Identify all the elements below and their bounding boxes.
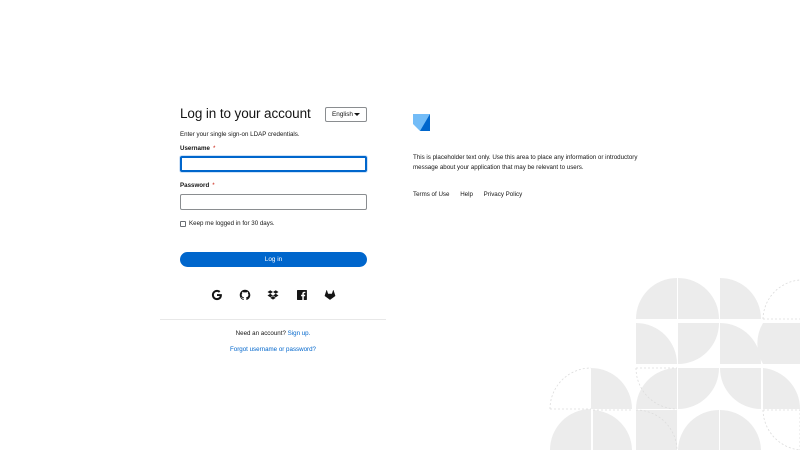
sign-up-prompt: Need an account? Sign up.: [160, 330, 386, 337]
info-placeholder-text: This is placeholder text only. Use this …: [413, 154, 638, 171]
google-icon[interactable]: [211, 289, 223, 301]
required-marker: *: [212, 145, 216, 152]
password-label: Password *: [180, 182, 215, 189]
card-divider: [160, 319, 386, 320]
github-icon[interactable]: [239, 289, 251, 301]
username-label: Username *: [180, 145, 216, 152]
keep-logged-in-label: Keep me logged in for 30 days.: [189, 220, 275, 227]
forgot-credentials: Forgot username or password?: [160, 346, 386, 353]
terms-of-use-link[interactable]: Terms of Use: [413, 191, 449, 198]
need-account-text: Need an account?: [235, 330, 286, 337]
info-footer-links: Terms of Use Help Privacy Policy: [413, 191, 531, 198]
privacy-policy-link[interactable]: Privacy Policy: [484, 191, 523, 198]
dropbox-icon[interactable]: [267, 289, 279, 301]
keep-logged-in-checkbox[interactable]: [180, 220, 186, 227]
username-input[interactable]: [180, 156, 367, 172]
language-select[interactable]: English: [325, 107, 367, 122]
login-card: Log in to your account English Enter you…: [180, 104, 367, 301]
forgot-credentials-link[interactable]: Forgot username or password?: [230, 346, 316, 353]
brand-logo-icon: [413, 114, 430, 131]
required-marker: *: [212, 182, 215, 189]
sign-up-link[interactable]: Sign up.: [288, 330, 311, 337]
social-login-list: [180, 289, 367, 301]
help-link[interactable]: Help: [460, 191, 473, 198]
login-button[interactable]: Log in: [180, 252, 367, 267]
page-title: Log in to your account: [180, 106, 311, 121]
caret-down-icon: [354, 113, 360, 116]
login-subtitle: Enter your single sign-on LDAP credentia…: [180, 131, 300, 138]
gitlab-icon[interactable]: [324, 289, 336, 301]
password-input[interactable]: [180, 194, 367, 210]
facebook-icon[interactable]: [296, 289, 308, 301]
background-pattern: [549, 278, 800, 450]
language-select-value: English: [332, 111, 353, 118]
keep-logged-in[interactable]: Keep me logged in for 30 days.: [180, 220, 275, 227]
